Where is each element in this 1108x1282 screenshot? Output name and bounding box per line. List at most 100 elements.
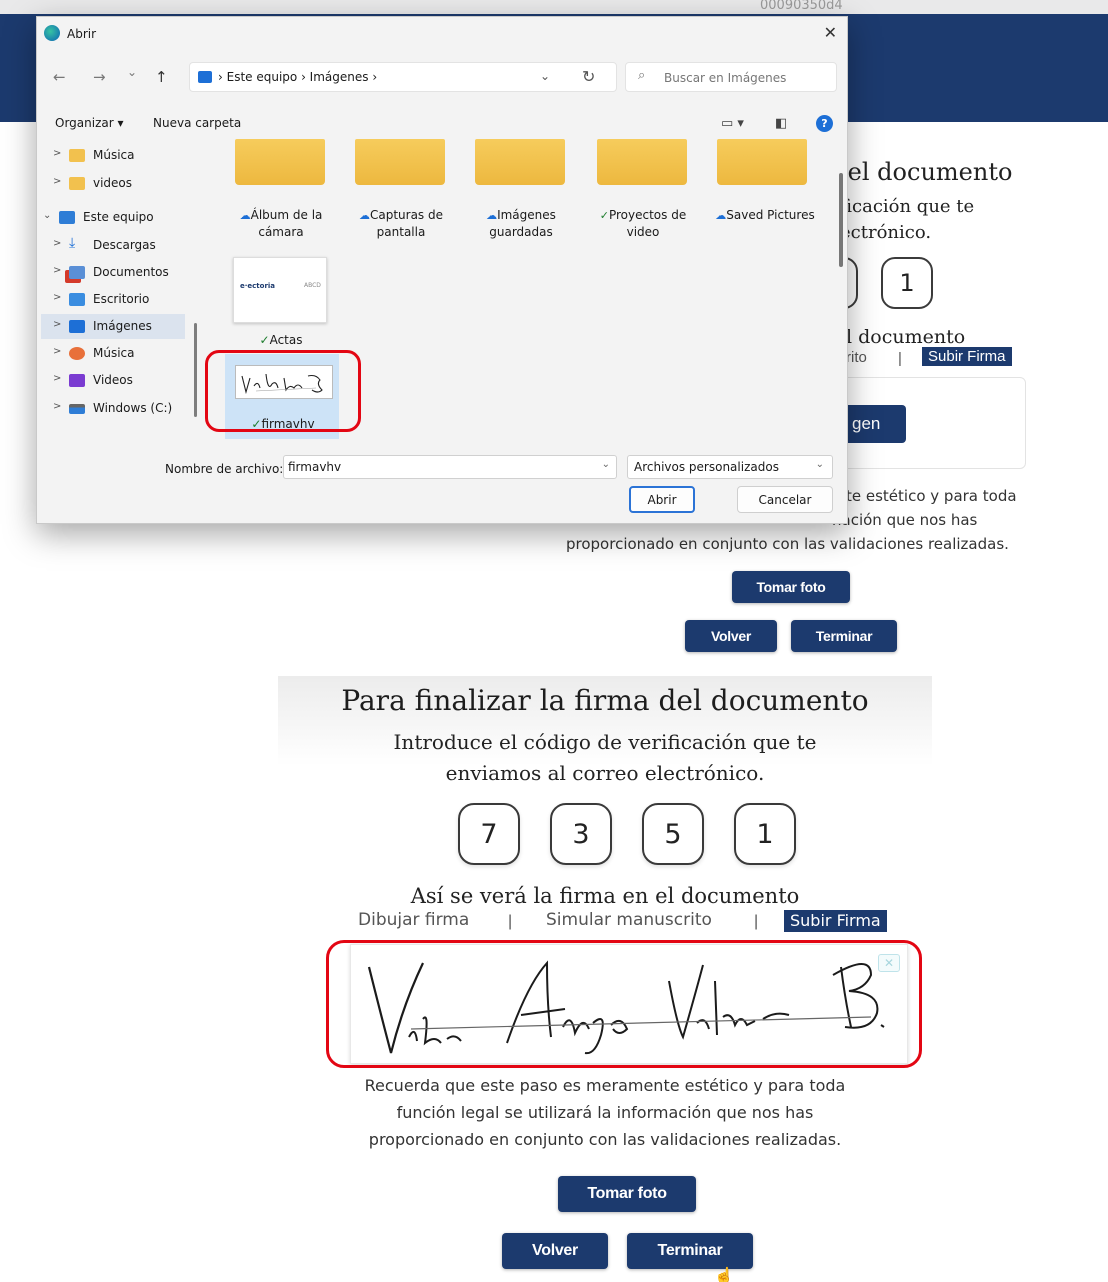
filename-label: Nombre de archivo: [165, 462, 284, 476]
bg-note-line-2: nación que nos has [832, 511, 978, 529]
recent-locations-chevron-icon[interactable]: ⌄ [127, 65, 137, 79]
chevron-right-icon[interactable]: > [53, 265, 61, 276]
search-placeholder: Buscar en Imágenes [664, 71, 787, 85]
chevron-right-icon[interactable]: > [53, 346, 61, 357]
bg-back-button[interactable]: Volver [685, 620, 777, 652]
note-line-1: Recuerda que este paso es meramente esté… [364, 1076, 846, 1095]
chevron-down-icon[interactable]: ⌄ [540, 69, 550, 83]
folder-proyectos-video[interactable]: ✓Proyectos de video [583, 207, 703, 241]
address-bar[interactable]: › Este equipo › Imágenes › ⌄ ↻ [189, 62, 617, 92]
folder-icon[interactable] [597, 139, 687, 185]
nav-pane-scrollbar[interactable] [194, 323, 197, 417]
bg-tab-separator: | [898, 350, 902, 367]
folder-icon[interactable] [355, 139, 445, 185]
forward-arrow-icon[interactable]: → [93, 68, 106, 86]
tab-simulate-handwriting[interactable]: Simular manuscrito [546, 910, 712, 930]
bg-tab-simulate[interactable]: rito [846, 349, 867, 366]
nav-item-imagenes[interactable]: > Imágenes [41, 314, 185, 339]
organize-menu[interactable]: Organizar ▾ [55, 116, 124, 130]
file-thumbnail-actas[interactable]: e·ectoria ABCD [233, 257, 327, 323]
edge-browser-icon [44, 25, 60, 41]
address-breadcrumb[interactable]: › Este equipo › Imágenes › [218, 70, 377, 84]
chevron-right-icon[interactable]: > [53, 148, 61, 159]
nav-item-musica[interactable]: > Música [41, 143, 185, 168]
search-icon: ⌕ [638, 68, 646, 83]
bg-subtitle-2: ectrónico. [840, 222, 932, 243]
filetype-value: Archivos personalizados [634, 460, 779, 474]
nav-item-label: Documentos [93, 265, 169, 279]
chevron-right-icon[interactable]: > [53, 319, 61, 330]
refresh-icon[interactable]: ↻ [582, 67, 595, 86]
folder-icon [69, 177, 85, 190]
code-digit-box[interactable]: 1 [734, 803, 796, 865]
folder-icon[interactable] [475, 139, 565, 185]
chevron-down-icon[interactable]: ⌄ [602, 459, 610, 470]
file-label-actas[interactable]: ✓Actas [221, 333, 341, 347]
filename-input[interactable]: firmavhv ⌄ [283, 455, 617, 479]
url-fragment: 00090350d4 [760, 0, 843, 13]
documents-icon [69, 266, 85, 279]
folder-icon[interactable] [235, 139, 325, 185]
cancel-button[interactable]: Cancelar [737, 486, 833, 513]
chevron-right-icon[interactable]: > [53, 401, 61, 412]
code-digit-box[interactable]: 7 [458, 803, 520, 865]
tab-upload-signature[interactable]: Subir Firma [784, 910, 887, 932]
chevron-down-icon[interactable]: ⌄ [43, 210, 51, 221]
nav-item-musica-library[interactable]: > Música [41, 341, 185, 366]
finish-button[interactable]: Terminar [627, 1233, 753, 1269]
open-button[interactable]: Abrir [629, 486, 695, 513]
nav-item-escritorio[interactable]: > Escritorio [41, 287, 185, 312]
chevron-right-icon[interactable]: > [53, 373, 61, 384]
nav-item-documentos[interactable]: > Documentos [41, 260, 185, 285]
help-icon[interactable]: ? [816, 115, 833, 132]
nav-item-descargas[interactable]: > ⤓ Descargas [41, 233, 185, 258]
filetype-select[interactable]: Archivos personalizados ⌄ [627, 455, 833, 479]
note-line-3: proporcionado en conjunto con las valida… [368, 1130, 842, 1149]
filename-value: firmavhv [288, 460, 342, 474]
bg-finish-button[interactable]: Terminar [791, 620, 897, 652]
search-input[interactable]: ⌕ Buscar en Imágenes [625, 62, 837, 92]
back-arrow-icon[interactable]: ← [53, 68, 66, 86]
tab-separator: | [754, 913, 759, 930]
folder-capturas[interactable]: ☁Capturas de pantalla [341, 207, 461, 241]
view-mode-icon[interactable]: ▭ ▾ [721, 116, 744, 131]
nav-item-label: Música [93, 346, 135, 360]
nav-item-videos[interactable]: > videos [41, 171, 185, 196]
nav-item-videos-library[interactable]: > Videos [41, 368, 185, 393]
highlight-selected-file [205, 350, 361, 432]
folder-saved-pictures[interactable]: ☁Saved Pictures [705, 207, 825, 224]
note-line-2: función legal se utilizará la informació… [396, 1103, 814, 1122]
bg-code-digit-box[interactable]: 1 [881, 257, 933, 309]
folder-album-camara[interactable]: ☁Álbum de la cámara [221, 207, 341, 241]
highlight-signature-preview [326, 940, 922, 1068]
cloud-icon: ☁ [239, 209, 251, 222]
folder-label: Saved Pictures [726, 208, 815, 222]
bg-tab-upload[interactable]: Subir Firma [922, 347, 1012, 366]
take-photo-button[interactable]: Tomar foto [558, 1176, 696, 1212]
folder-label: guardadas [489, 225, 553, 239]
nav-item-este-equipo[interactable]: ⌄ Este equipo [37, 205, 175, 230]
up-arrow-icon[interactable]: ↑ [155, 68, 168, 86]
chevron-right-icon[interactable]: > [53, 292, 61, 303]
nav-item-label: Escritorio [93, 292, 150, 306]
preview-pane-icon[interactable]: ◧ [775, 116, 787, 131]
cloud-icon: ☁ [715, 209, 727, 222]
tab-separator: | [508, 913, 513, 930]
folder-icon[interactable] [717, 139, 807, 185]
page-title: Para finalizar la firma del documento [341, 684, 869, 717]
tab-draw-signature[interactable]: Dibujar firma [358, 910, 469, 930]
bg-take-photo-button[interactable]: Tomar foto [732, 571, 850, 603]
signature-preview-title: Así se verá la firma en el documento [410, 884, 800, 908]
chevron-down-icon[interactable]: ⌄ [816, 459, 824, 470]
navigation-pane: > Música > videos ⌄ Este equipo > ⤓ Desc… [37, 139, 205, 439]
nav-item-windows-c[interactable]: > Windows (C:) [41, 396, 185, 421]
back-button[interactable]: Volver [502, 1233, 608, 1269]
files-pane-scrollbar[interactable] [839, 173, 843, 267]
code-digit-box[interactable]: 3 [550, 803, 612, 865]
close-icon[interactable]: ✕ [824, 23, 837, 42]
chevron-right-icon[interactable]: > [53, 176, 61, 187]
folder-imagenes-guardadas[interactable]: ☁Imágenes guardadas [461, 207, 581, 241]
code-digit-box[interactable]: 5 [642, 803, 704, 865]
new-folder-button[interactable]: Nueva carpeta [153, 116, 241, 130]
chevron-right-icon[interactable]: > [53, 238, 61, 249]
